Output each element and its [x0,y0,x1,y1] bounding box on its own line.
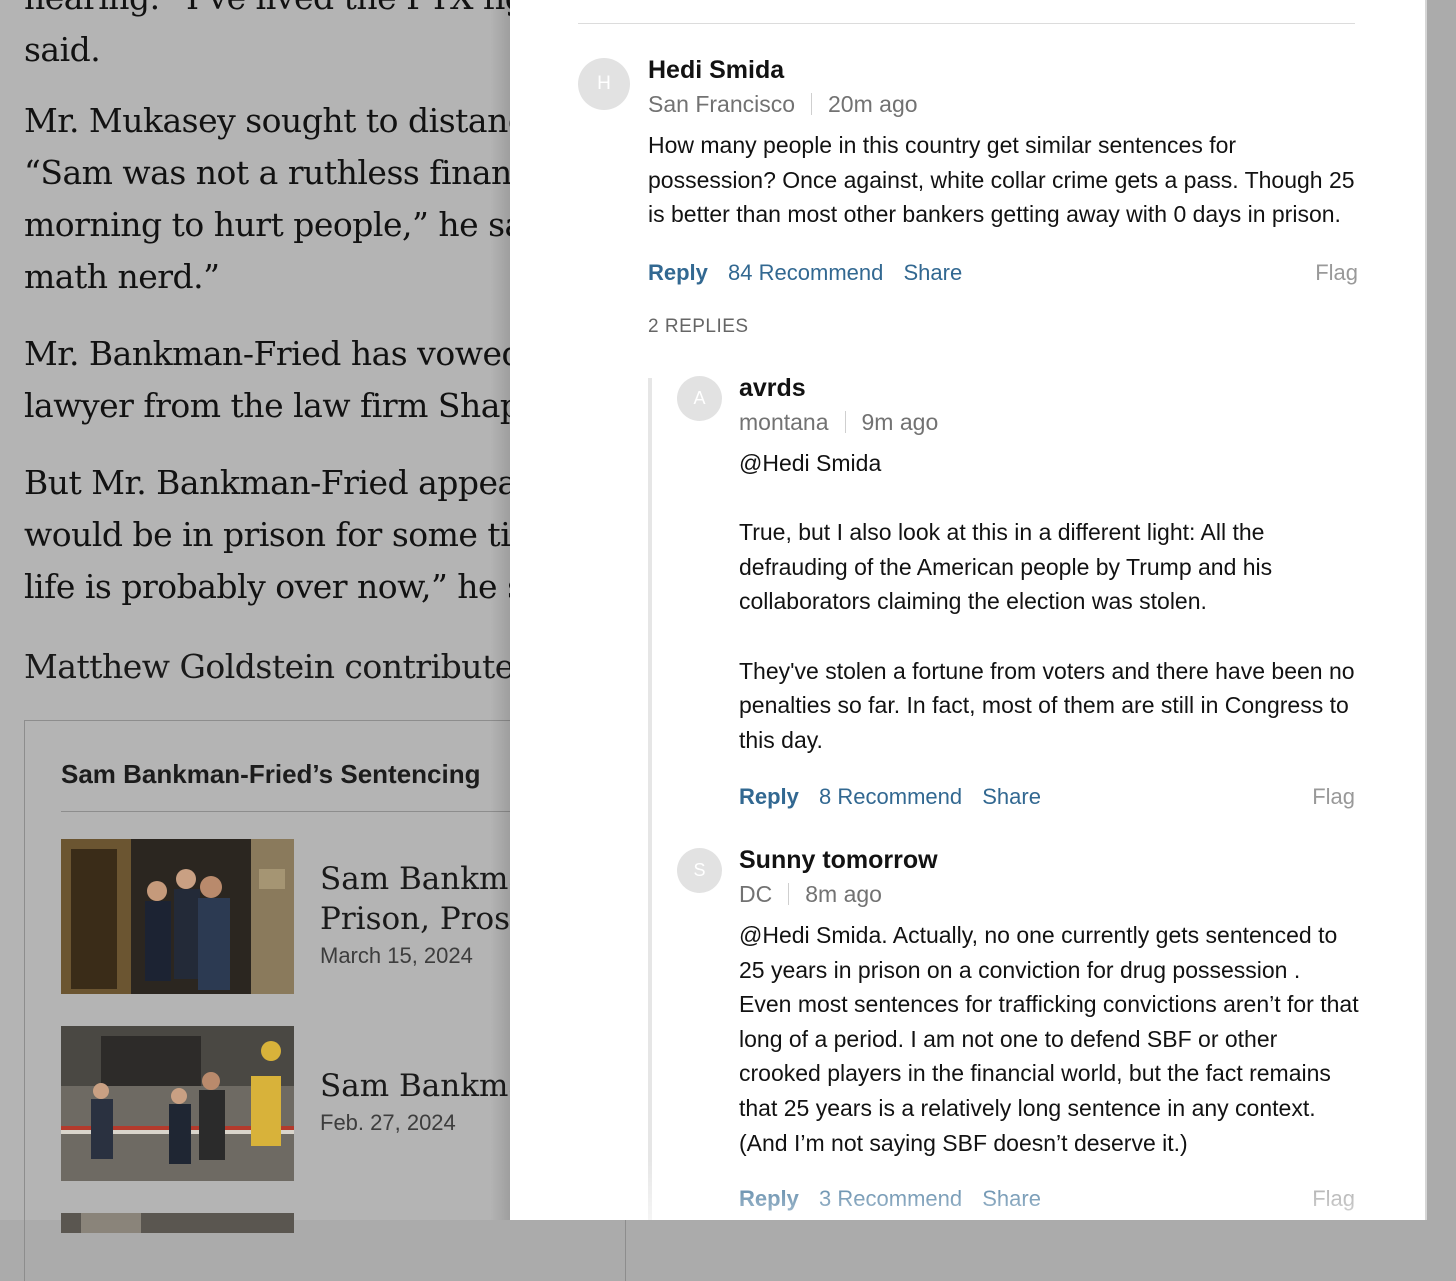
comment-body: @Hedi Smida True, but I also look at thi… [739,446,1359,757]
comment-location: montana [739,409,829,435]
comment-actions: Reply 8 Recommend Share [739,784,1055,810]
comments-panel: H Hedi Smida San Francisco 20m ago How ma… [510,0,1425,1220]
comment-body: How many people in this country get simi… [648,128,1358,232]
article-paragraph: Mr. Bankman-Fried has vowed t lawyer fro… [24,328,546,432]
comment-actions: Reply 3 Recommend Share [739,1186,1055,1212]
divider [578,23,1355,24]
comment-meta: montana 9m ago [739,409,938,436]
article-line: Mr. Bankman-Fried has vowed t [24,334,545,373]
meta-separator [844,411,846,433]
comment-meta: San Francisco 20m ago [648,91,918,118]
recommend-button[interactable]: 8 Recommend [819,784,962,809]
article-paragraph: But Mr. Bankman-Fried appear would be in… [24,457,553,613]
article-line: lawyer from the law firm Shapir [24,386,546,425]
avatar: A [677,376,722,421]
recommend-button[interactable]: 84 Recommend [728,260,883,285]
comment-time: 8m ago [805,881,882,907]
related-date: Feb. 27, 2024 [320,1110,456,1135]
article-line: “Sam was not a ruthless financi [24,153,540,192]
related-date: March 15, 2024 [320,943,473,968]
share-button[interactable]: Share [903,260,962,285]
comment-author: Sunny tomorrow [739,846,938,874]
related-thumbnail[interactable] [61,1026,294,1181]
scrollbar-track[interactable] [1425,0,1456,1220]
article-paragraph: Mr. Mukasey sought to distance “Sam was … [24,95,555,303]
comment-author: Hedi Smida [648,56,785,84]
comment-location: DC [739,881,773,907]
share-button[interactable]: Share [982,784,1041,809]
avatar: S [677,848,722,893]
comment-paragraph: @Hedi Smida. Actually, no one currently … [739,922,1359,1156]
comment-meta: DC 8m ago [739,881,882,908]
meta-separator [811,93,813,115]
related-thumbnail[interactable] [61,1213,294,1233]
comment-time: 20m ago [828,91,918,117]
comment-actions: Reply 84 Recommend Share [648,260,976,286]
article-paragraph: hearing. “I’ve lived the FTX fig said. [24,0,526,76]
article-line: said. [24,30,101,69]
article-line: But Mr. Bankman-Fried appear [24,463,533,502]
share-button[interactable]: Share [982,1186,1041,1211]
comment-author: avrds [739,374,806,402]
flag-button[interactable]: Flag [1315,260,1358,286]
comment-location: San Francisco [648,91,796,117]
reply-button[interactable]: Reply [739,784,799,809]
avatar: H [578,58,630,110]
flag-button[interactable]: Flag [1312,1186,1355,1212]
related-title: Sam Bankman-Fried’s Sentencing [61,759,481,789]
replies-toggle[interactable]: 2 REPLIES [648,316,749,338]
panel-shadow [490,0,510,1220]
comment-body: @Hedi Smida. Actually, no one currently … [739,918,1359,1160]
related-thumbnail[interactable] [61,839,294,994]
comment-paragraph: @Hedi Smida [739,450,882,476]
meta-separator [788,883,790,905]
article-line: math nerd.” [24,257,220,296]
reply-button[interactable]: Reply [739,1186,799,1211]
reply-button[interactable]: Reply [648,260,708,285]
comment-time: 9m ago [861,409,939,435]
comment-paragraph: True, but I also look at this in a diffe… [739,519,1273,615]
article-line: hearing. “I’ve lived the FTX fig [24,0,526,17]
comment-paragraph: They've stolen a fortune from voters and… [739,657,1355,753]
article-line: Mr. Mukasey sought to distance [24,101,545,140]
article-line: would be in prison for some tim [24,515,542,554]
article-line: life is probably over now,” he sai [24,567,553,606]
recommend-button[interactable]: 3 Recommend [819,1186,962,1211]
thread-line [648,378,652,1220]
comment-paragraph: How many people in this country get simi… [648,132,1355,228]
flag-button[interactable]: Flag [1312,784,1355,810]
article-line: morning to hurt people,” he said [24,205,555,244]
